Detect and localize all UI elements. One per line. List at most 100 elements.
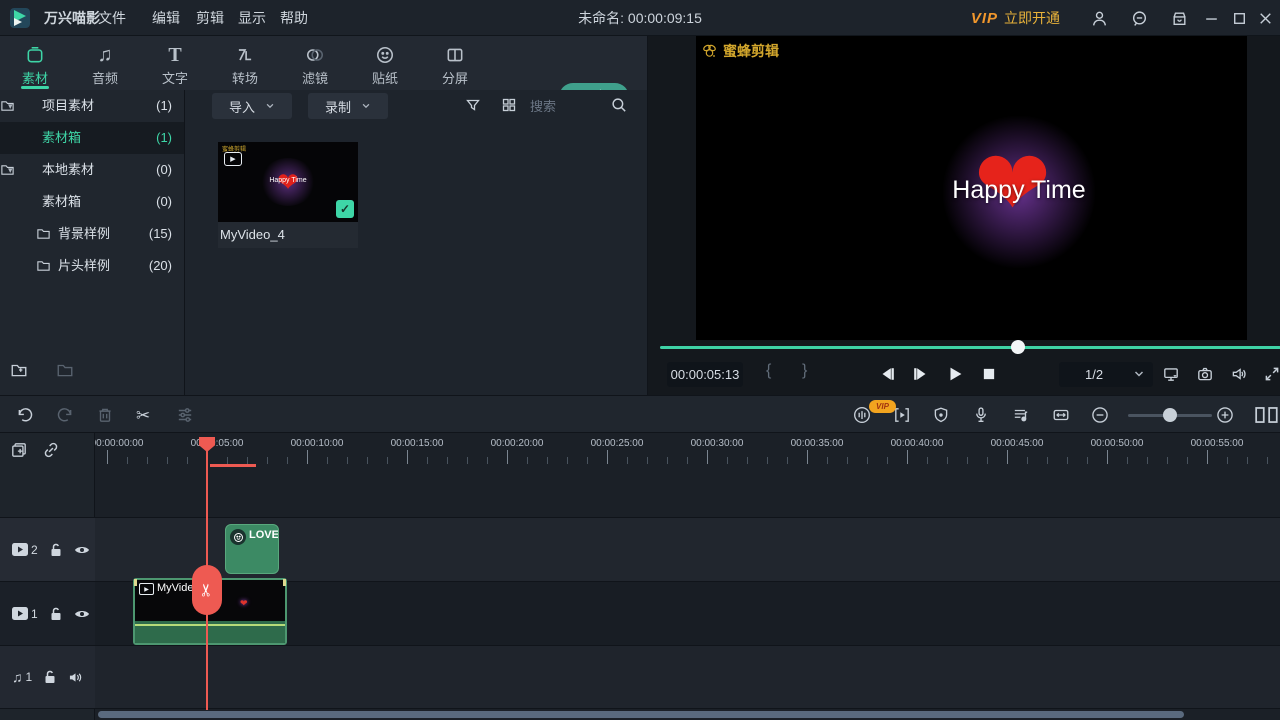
timeline-horizontal-scrollbar[interactable] — [98, 711, 1184, 718]
sticker-clip[interactable]: LOVE — [225, 524, 279, 574]
split-scissors-button[interactable]: ✂ — [136, 406, 154, 424]
empty-lane[interactable] — [95, 467, 1280, 517]
tab-sticker[interactable]: 贴纸 — [350, 36, 420, 90]
video-track-2-header: 2 — [0, 517, 95, 581]
preview-screen[interactable]: 蜜蜂剪辑 ❤ Happy Time — [696, 36, 1247, 340]
tab-text[interactable]: T 文字 — [140, 36, 210, 90]
audio-mixer-button[interactable] — [853, 406, 871, 424]
render-preview-button[interactable] — [893, 406, 911, 424]
store-icon[interactable] — [1171, 10, 1188, 27]
tree-item-media-bin-project[interactable]: 素材箱 (1) — [0, 122, 184, 154]
delete-button[interactable] — [96, 406, 114, 424]
tab-filter[interactable]: 滤镜 — [280, 36, 350, 90]
preview-watermark-text: 蜜蜂剪辑 — [723, 41, 779, 61]
preview-panel: 蜜蜂剪辑 ❤ Happy Time 00:00:05:13 { } 1/2 — [647, 36, 1280, 395]
folder-icon — [36, 258, 51, 273]
next-frame-button[interactable] — [912, 365, 930, 383]
import-dropdown[interactable]: 导入 — [212, 93, 292, 119]
redo-button[interactable] — [56, 406, 74, 424]
tab-media[interactable]: 素材 — [0, 36, 70, 90]
fit-timeline-button[interactable] — [1052, 406, 1070, 424]
preview-overlay-text: Happy Time — [909, 176, 1129, 205]
ruler-label: 00:00:25:00 — [582, 438, 652, 449]
clip-selection-handle[interactable] — [283, 579, 286, 586]
audio-track-1-header: ♫ 1 — [0, 645, 95, 709]
close-button[interactable] — [1257, 10, 1274, 27]
tree-item-background-samples[interactable]: 背景样例 (15) — [0, 218, 184, 250]
delete-folder-icon[interactable] — [56, 361, 74, 379]
ruler-label: 00:00:05:00 — [182, 438, 252, 449]
lock-icon[interactable] — [44, 670, 56, 684]
tab-splitscreen[interactable]: 分屏 — [420, 36, 490, 90]
timeline-ruler[interactable]: 00:00:00:00 00:00:05:00 00:00:10:00 00:0… — [95, 437, 1280, 467]
tab-media-label: 素材 — [0, 68, 70, 87]
app-window: 万兴喵影 文件 编辑 剪辑 显示 帮助 未命名: 00:00:09:15 VIP… — [0, 0, 1280, 720]
media-panel: 导入 录制 蜜蜂剪辑 ▶ ❤ Happy Time ✓ MyVideo_4 — [185, 90, 647, 395]
tab-audio[interactable]: ♫ 音频 — [70, 36, 140, 90]
audio-list-button[interactable] — [1012, 406, 1030, 424]
ruler-label: 00:00:40:00 — [882, 438, 952, 449]
timeline-zoom-handle[interactable] — [1163, 408, 1177, 422]
account-icon[interactable] — [1091, 10, 1108, 27]
new-folder-icon[interactable] — [10, 361, 28, 379]
vip-feature-badge: VIP — [869, 400, 896, 413]
menu-file[interactable]: 文件 — [88, 0, 136, 36]
bee-icon — [701, 43, 719, 59]
fullscreen-icon[interactable] — [1263, 365, 1280, 383]
menu-help[interactable]: 帮助 — [270, 0, 318, 36]
menu-view[interactable]: 显示 — [228, 0, 276, 36]
tree-item-intro-samples[interactable]: 片头样例 (20) — [0, 250, 184, 282]
preview-seekbar[interactable] — [660, 346, 1280, 349]
search-input[interactable] — [530, 94, 608, 118]
properties-button[interactable] — [176, 406, 194, 424]
lock-icon[interactable] — [50, 543, 62, 557]
playhead-split-button[interactable]: ✂ — [192, 565, 222, 615]
seekbar-handle[interactable] — [1011, 340, 1025, 354]
play-button[interactable] — [946, 365, 964, 383]
record-dropdown[interactable]: 录制 — [308, 93, 388, 119]
menu-edit[interactable]: 编辑 — [142, 0, 190, 36]
link-icon[interactable] — [42, 441, 60, 459]
marker-button[interactable] — [932, 406, 950, 424]
video-track-icon — [12, 607, 28, 620]
eye-icon[interactable] — [74, 608, 90, 620]
volume-icon[interactable] — [1230, 365, 1248, 383]
tree-item-count: (15) — [149, 218, 172, 250]
preview-quality-dropdown[interactable]: 1/2 — [1059, 362, 1153, 387]
vip-label: VIP — [971, 10, 998, 27]
media-item-card[interactable]: 蜜蜂剪辑 ▶ ❤ Happy Time ✓ MyVideo_4 — [218, 142, 358, 248]
lock-icon[interactable] — [50, 607, 62, 621]
tree-item-local-media[interactable]: ▾ 本地素材 (0) — [0, 154, 184, 186]
filter-funnel-icon[interactable] — [465, 97, 481, 113]
audio-track-1-lane[interactable] — [95, 645, 1280, 709]
mark-in-icon[interactable]: { — [766, 362, 771, 380]
tab-transition[interactable]: 转场 — [210, 36, 280, 90]
tree-item-project-media[interactable]: ▾ 项目素材 (1) — [0, 90, 184, 122]
timeline-panel: 00:00:00:00 00:00:05:00 00:00:10:00 00:0… — [0, 433, 1280, 720]
dual-monitor-icon[interactable] — [1162, 365, 1180, 383]
voiceover-mic-button[interactable] — [972, 406, 990, 424]
grid-view-icon[interactable] — [501, 97, 517, 113]
maximize-button[interactable] — [1231, 10, 1248, 27]
mark-out-icon[interactable]: } — [802, 362, 807, 380]
add-track-icon[interactable] — [10, 441, 28, 459]
feedback-icon[interactable] — [1131, 10, 1148, 27]
eye-icon[interactable] — [74, 544, 90, 556]
tree-item-media-bin-local[interactable]: 素材箱 (0) — [0, 186, 184, 218]
clip-selection-handle[interactable] — [134, 579, 137, 586]
minimize-button[interactable] — [1203, 10, 1220, 27]
folder-icon — [0, 98, 15, 113]
current-timecode: 00:00:05:13 — [667, 362, 743, 387]
undo-button[interactable] — [16, 406, 34, 424]
menu-clip[interactable]: 剪辑 — [186, 0, 234, 36]
speaker-icon[interactable] — [68, 671, 83, 684]
search-icon[interactable] — [610, 96, 628, 114]
previous-frame-button[interactable] — [878, 365, 896, 383]
split-screen-icon — [444, 44, 466, 66]
zoom-out-button[interactable] — [1091, 406, 1109, 424]
zoom-in-button[interactable] — [1216, 406, 1234, 424]
stop-button[interactable] — [980, 365, 998, 383]
snapshot-camera-icon[interactable] — [1196, 365, 1214, 383]
track-layout-icon[interactable] — [1254, 406, 1280, 424]
vip-upgrade-button[interactable]: VIP 立即开通 — [971, 0, 1060, 36]
